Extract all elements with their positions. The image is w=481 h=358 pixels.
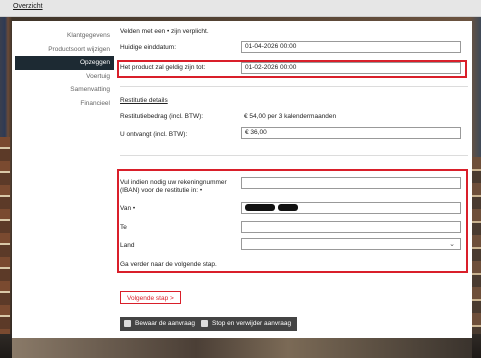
main-panel: Klantgegevens Productsoort wijzigen Opze… xyxy=(12,21,472,358)
land-label: Land xyxy=(120,242,135,249)
land-select[interactable]: ⌄ xyxy=(241,238,461,250)
redacted-text xyxy=(277,204,298,212)
sidebar-item-samenvatting[interactable]: Samenvatting xyxy=(15,83,114,97)
sidebar-item-voertuig[interactable]: Voertuig xyxy=(15,70,114,84)
iban-label-line2: (IBAN) voor de restitutie in: • xyxy=(120,187,203,194)
restitutiebedrag-label: Restitutiebedrag (incl. BTW): xyxy=(120,113,204,120)
iban-label-line1: Vul indien nodig uw rekeningnummer xyxy=(120,179,227,186)
ontvangt-field: € 36,00 xyxy=(241,127,461,139)
next-step-note: Ga verder naar de volgende stap. xyxy=(120,261,217,268)
divider xyxy=(120,86,468,87)
redacted-text xyxy=(245,204,275,212)
stop-delete-label: Stop en verwijder aanvraag xyxy=(212,320,292,327)
van-label: Van • xyxy=(120,205,136,212)
top-bar: Overzicht xyxy=(0,0,481,17)
save-request-label: Bewaar de aanvraag xyxy=(135,320,195,327)
building-left xyxy=(0,137,10,358)
restitutiebedrag-value: € 54,00 per 3 kalendermaanden xyxy=(244,113,337,120)
stop-delete-button[interactable]: Stop en verwijder aanvraag xyxy=(197,317,298,331)
sidebar-item-productsoort[interactable]: Productsoort wijzigen xyxy=(15,43,114,57)
huidige-einddatum-field: 01-04-2026 00:00 xyxy=(241,41,461,53)
sidebar-item-klantgegevens[interactable]: Klantgegevens xyxy=(15,29,114,43)
save-icon xyxy=(124,320,131,327)
geldig-tot-field[interactable]: 01-02-2026 00:00 xyxy=(241,62,461,74)
building-right xyxy=(471,157,481,358)
huidige-einddatum-label: Huidige einddatum: xyxy=(120,44,177,51)
te-label: Te xyxy=(120,224,127,231)
sidebar-item-opzeggen[interactable]: Opzeggen xyxy=(15,56,114,70)
delete-icon xyxy=(201,320,208,327)
next-step-button[interactable]: Volgende stap > xyxy=(120,291,181,304)
ontvangt-label: U ontvangt (incl. BTW): xyxy=(120,131,188,138)
iban-input[interactable] xyxy=(241,177,461,189)
geldig-tot-label: Het product zal geldig zijn tot: xyxy=(120,64,206,71)
sidebar-item-financieel[interactable]: Financieel xyxy=(15,97,114,111)
sidebar: Klantgegevens Productsoort wijzigen Opze… xyxy=(15,29,114,110)
overzicht-link[interactable]: Overzicht xyxy=(13,3,43,10)
van-input[interactable] xyxy=(241,202,461,214)
divider xyxy=(120,155,468,156)
restitutie-heading: Restitutie details xyxy=(120,97,168,104)
background-photo-bottom xyxy=(12,338,472,358)
chevron-down-icon: ⌄ xyxy=(449,241,455,248)
save-request-button[interactable]: Bewaar de aanvraag xyxy=(120,317,201,331)
required-note: Velden met een • zijn verplicht. xyxy=(120,28,209,35)
te-input[interactable] xyxy=(241,221,461,233)
